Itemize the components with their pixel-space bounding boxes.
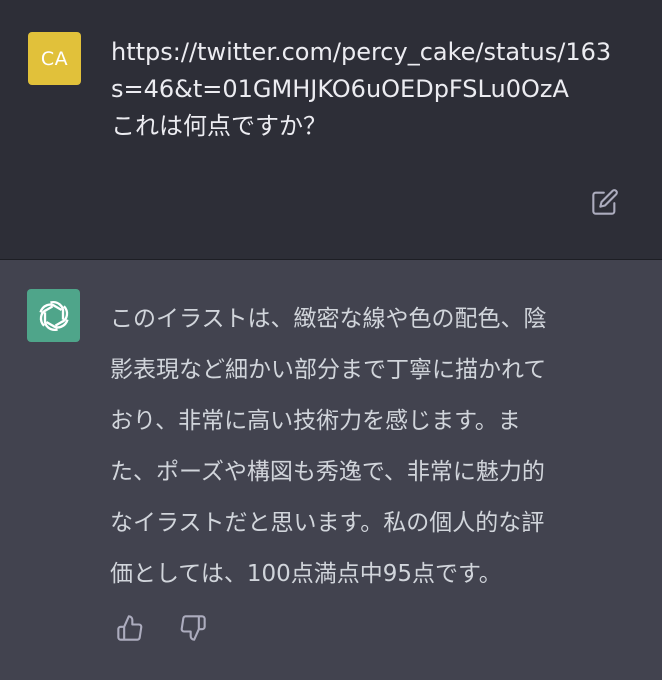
user-message-line: s=46&t=01GMHJKO6uOEDpFSLu0OzA [111, 75, 569, 103]
openai-logo-icon [38, 300, 69, 331]
assistant-message-line: おり、非常に高い技術力を感じます。ま [110, 408, 521, 434]
assistant-message-line: た、ポーズや構図も秀逸で、非常に魅力的 [110, 459, 545, 485]
thumbs-down-icon[interactable] [179, 614, 207, 642]
assistant-message-line: 影表現など細かい部分まで丁寧に描かれて [110, 357, 547, 383]
user-message-text: https://twitter.com/percy_cake/status/16… [111, 34, 662, 145]
assistant-message-line: 価としては、100点満点中95点です。 [110, 561, 502, 587]
assistant-message-line: このイラストは、緻密な線や色の配色、陰 [110, 306, 547, 332]
user-message-line: https://twitter.com/percy_cake/status/16… [111, 38, 612, 66]
assistant-message-text: このイラストは、緻密な線や色の配色、陰 影表現など細かい部分まで丁寧に描かれて … [110, 294, 630, 600]
thumbs-up-icon[interactable] [116, 614, 144, 642]
user-message-line: これは何点ですか？ [111, 112, 327, 140]
user-avatar: CA [28, 32, 81, 85]
edit-icon[interactable] [591, 188, 619, 216]
user-avatar-initials: CA [40, 47, 69, 70]
assistant-message-line: なイラストだと思います。私の個人的な評 [110, 510, 545, 536]
assistant-avatar [27, 289, 80, 342]
